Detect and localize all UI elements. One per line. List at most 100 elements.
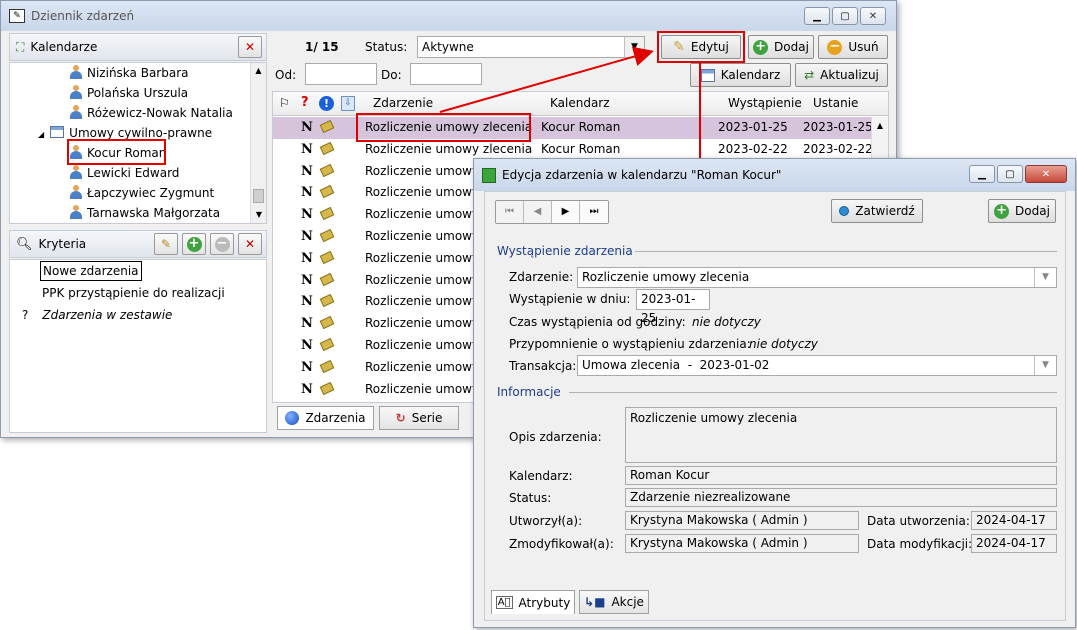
- first-record-button[interactable]: ⏮: [496, 201, 524, 223]
- tree-item-polanska[interactable]: Polańska Urszula: [70, 83, 188, 103]
- scroll-thumb[interactable]: [253, 189, 264, 203]
- tree-item-kocur[interactable]: Kocur Roman: [70, 143, 166, 163]
- cell-status: N: [301, 294, 313, 310]
- status-label: Status:: [365, 40, 408, 54]
- from-label: Od:: [275, 68, 297, 82]
- delete-button[interactable]: − Usuń: [818, 35, 888, 59]
- scroll-up-icon[interactable]: ▲: [251, 63, 266, 79]
- cell-status: N: [301, 250, 313, 266]
- table-row[interactable]: N Rozliczenie umowy zlecenia Kocur Roman 20…: [273, 117, 873, 139]
- refresh-button[interactable]: ⇄ Aktualizuj: [795, 63, 888, 87]
- next-record-button[interactable]: ▶: [552, 201, 580, 223]
- close-criteria-button[interactable]: ✕: [238, 233, 262, 255]
- app-icon: ✎: [9, 9, 25, 23]
- col-expiry[interactable]: Ustanie: [813, 96, 858, 110]
- status-select[interactable]: Aktywne ▼: [417, 36, 645, 58]
- add-button[interactable]: + Dodaj: [748, 35, 814, 59]
- add-criteria-button[interactable]: +: [182, 233, 206, 255]
- edit-button[interactable]: ✎ Edytuj: [661, 35, 741, 59]
- tag-icon: [319, 294, 335, 308]
- sort-icon[interactable]: ⇩: [341, 96, 355, 111]
- tab-attributes[interactable]: A⃞ Atrybuty: [491, 590, 575, 614]
- main-titlebar: ✎ Dziennik zdarzeń ▁ ▢ ✕: [1, 1, 896, 31]
- criteria-item-ppk[interactable]: PPK przystąpienie do realizacji: [42, 284, 225, 302]
- close-calendars-button[interactable]: ✕: [238, 36, 262, 58]
- cell-occurrence: 2023-01-25: [718, 120, 788, 134]
- scroll-up-icon[interactable]: ▲: [872, 117, 888, 134]
- tag-icon: [319, 316, 335, 330]
- plus-icon: +: [186, 236, 202, 252]
- tree-item-nizinska[interactable]: Nizińska Barbara: [70, 63, 188, 83]
- criteria-item-set[interactable]: ? Zdarzenia w zestawie: [22, 306, 172, 324]
- maximize-button[interactable]: ▢: [832, 7, 858, 25]
- cell-status: N: [301, 120, 313, 135]
- col-event[interactable]: Zdarzenie: [373, 96, 433, 110]
- to-date-input[interactable]: [410, 63, 482, 85]
- tab-events[interactable]: Zdarzenia: [277, 406, 374, 430]
- tree-item-umowy[interactable]: ◢ Umowy cywilno-prawne: [38, 123, 212, 143]
- created-date-label: Data utworzenia:: [867, 514, 970, 528]
- status-field: Zdarzenie niezrealizowane: [625, 488, 1057, 507]
- dialog-titlebar: Edycja zdarzenia w kalendarzu "Roman Koc…: [474, 159, 1075, 191]
- tag-icon: [319, 207, 335, 221]
- person-icon: [70, 185, 82, 199]
- last-record-button[interactable]: ⏭: [580, 201, 608, 223]
- transaction-select[interactable]: Umowa zlecenia - 2023-01-02 ▼: [577, 355, 1057, 376]
- to-label: Do:: [381, 68, 402, 82]
- person-icon: [70, 85, 82, 99]
- event-label: Zdarzenie:: [509, 270, 574, 284]
- prev-record-button[interactable]: ◀: [524, 201, 552, 223]
- from-date-input[interactable]: [305, 63, 377, 85]
- dialog-minimize-button[interactable]: ▁: [969, 165, 995, 183]
- dialog-close-button[interactable]: ✕: [1025, 165, 1067, 183]
- tree-scrollbar[interactable]: ▲ ▼: [250, 63, 266, 223]
- created-by-label: Utworzył(a):: [509, 514, 583, 528]
- cell-status: N: [301, 229, 313, 244]
- tree-item-lewicki[interactable]: Lewicki Edward: [70, 163, 179, 183]
- dialog-app-icon: [482, 167, 496, 183]
- window-title: Dziennik zdarzeń: [31, 9, 135, 23]
- status-dropdown-icon[interactable]: ▼: [624, 37, 644, 57]
- calendars-header: Kalendarze: [30, 40, 98, 54]
- cell-event: Rozliczenie umowy z: [365, 272, 477, 287]
- dialog-maximize-button[interactable]: ▢: [997, 165, 1023, 183]
- cell-event: Rozliczenie umowy z: [365, 359, 477, 374]
- dialog-add-button[interactable]: + Dodaj: [988, 199, 1056, 223]
- tree-item-lapczywiec[interactable]: Łapczywiec Zygmunt: [70, 183, 214, 203]
- tree-item-rozewicz[interactable]: Różewicz-Nowak Natalia: [70, 103, 233, 123]
- attributes-icon: A⃞: [495, 596, 513, 609]
- confirm-button[interactable]: Zatwierdź: [831, 199, 923, 223]
- pencil-icon: ✎: [673, 39, 685, 55]
- remove-criteria-button[interactable]: −: [210, 233, 234, 255]
- collapse-arrow-icon[interactable]: ◢: [38, 130, 44, 139]
- event-select[interactable]: Rozliczenie umowy zlecenia ▼: [577, 267, 1057, 288]
- edit-criteria-button[interactable]: ✎: [154, 233, 178, 255]
- minimize-button[interactable]: ▁: [804, 7, 830, 25]
- plus-icon: +: [994, 203, 1010, 219]
- date-input[interactable]: 2023-01-25: [636, 289, 710, 325]
- criteria-header: Kryteria: [38, 237, 87, 251]
- tag-icon: [319, 119, 335, 134]
- info-globe-icon: [285, 411, 300, 425]
- calendar-field: Roman Kocur: [625, 466, 1057, 485]
- edit-dialog: Edycja zdarzenia w kalendarzu "Roman Koc…: [473, 158, 1076, 628]
- col-occurrence[interactable]: Wystąpienie: [728, 96, 802, 110]
- scroll-down-icon[interactable]: ▼: [251, 207, 266, 223]
- section-divider: [569, 392, 1057, 393]
- transaction-dropdown-icon[interactable]: ▼: [1034, 356, 1056, 375]
- tree-item-tarnawska[interactable]: Tarnawska Małgorzata: [70, 203, 220, 223]
- criteria-item-new[interactable]: Nowe zdarzenia: [40, 261, 142, 281]
- close-button[interactable]: ✕: [860, 7, 886, 25]
- tag-icon: [319, 228, 335, 243]
- tab-actions[interactable]: ↳■ Akcje: [579, 590, 649, 614]
- calendar-button[interactable]: Kalendarz: [690, 63, 791, 87]
- cell-event: Rozliczenie umowy z: [365, 316, 477, 331]
- minus-icon: −: [214, 236, 230, 252]
- minus-icon: −: [827, 39, 843, 55]
- col-calendar[interactable]: Kalendarz: [550, 96, 610, 110]
- reminder-label: Przypomnienie o wystąpieniu zdarzenia:: [509, 337, 751, 351]
- event-dropdown-icon[interactable]: ▼: [1034, 268, 1056, 287]
- person-icon: [70, 165, 82, 179]
- tab-series[interactable]: ↻ Serie: [379, 406, 459, 430]
- criteria-panel-header: 🔍︎ Kryteria ✎ + − ✕: [9, 230, 267, 258]
